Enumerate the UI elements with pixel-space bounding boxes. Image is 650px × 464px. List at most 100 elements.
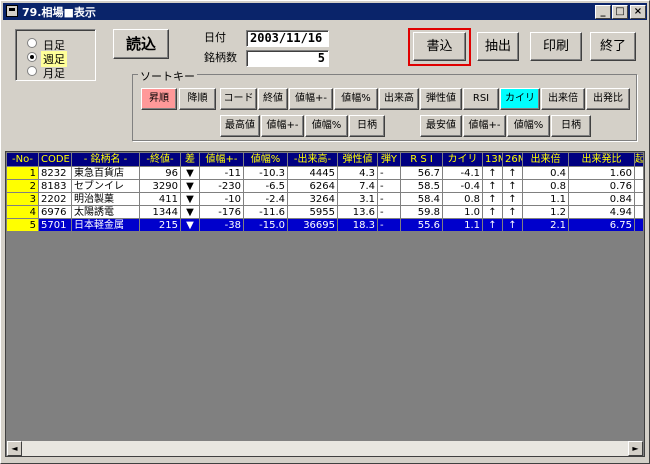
- col-header-rsi[interactable]: R S I: [401, 153, 443, 166]
- cell-volume-ratio: 0.4: [523, 167, 569, 180]
- sort-low-days-button[interactable]: 日柄: [551, 115, 591, 137]
- cell-name: セブンイレ: [72, 180, 140, 193]
- horizontal-scrollbar[interactable]: ◄ ►: [7, 441, 643, 456]
- sort-low-change-button[interactable]: 値幅+-: [463, 115, 506, 137]
- sort-deviation-button[interactable]: カイリ: [500, 88, 540, 110]
- up-arrow-icon: ↑: [503, 193, 523, 206]
- sort-volume-ratio-button[interactable]: 出来倍: [541, 88, 585, 110]
- minimize-button[interactable]: _: [595, 5, 611, 19]
- sort-high-change-button[interactable]: 値幅+-: [261, 115, 304, 137]
- load-button[interactable]: 読込: [113, 29, 169, 59]
- cell-elasticity-y: -: [378, 167, 401, 180]
- cell-change: -11: [200, 167, 244, 180]
- cell-deviation: -4.1: [443, 167, 483, 180]
- cell-change: -176: [200, 206, 244, 219]
- col-header-change-pct[interactable]: 値幅%: [244, 153, 288, 166]
- cell-no: 4: [7, 206, 39, 219]
- cell-deviation: -0.4: [443, 180, 483, 193]
- sort-code-button[interactable]: コード: [220, 88, 257, 110]
- sort-rsi-button[interactable]: RSI: [463, 88, 499, 110]
- down-triangle-icon: ▼: [181, 180, 200, 193]
- sort-desc-button[interactable]: 降順: [179, 88, 216, 110]
- cell-extra: [635, 167, 644, 180]
- write-button[interactable]: 書込: [413, 32, 466, 61]
- cell-extra: [635, 180, 644, 193]
- extract-button[interactable]: 抽出: [477, 32, 519, 61]
- up-arrow-icon: ↑: [483, 206, 503, 219]
- cell-volume-ratio: 1.2: [523, 206, 569, 219]
- scroll-right-icon[interactable]: ►: [628, 441, 643, 456]
- date-field[interactable]: 2003/11/16: [246, 30, 329, 47]
- cell-volume-start: 0.84: [569, 193, 635, 206]
- col-header-close[interactable]: -終値-: [140, 153, 181, 166]
- up-arrow-icon: ↑: [503, 180, 523, 193]
- date-label: 日付: [204, 31, 226, 44]
- col-header-no[interactable]: -No-: [7, 153, 39, 166]
- col-header-diff[interactable]: 差: [181, 153, 200, 166]
- print-button[interactable]: 印刷: [530, 32, 582, 61]
- sort-volume-button[interactable]: 出来高: [379, 88, 419, 110]
- cell-close: 96: [140, 167, 181, 180]
- cell-rsi: 59.8: [401, 206, 443, 219]
- cell-deviation: 1.1: [443, 219, 483, 232]
- close-button[interactable]: ×: [630, 5, 646, 19]
- cell-rsi: 56.7: [401, 167, 443, 180]
- cell-volume-start: 0.76: [569, 180, 635, 193]
- sort-low-button[interactable]: 最安値: [420, 115, 462, 137]
- col-header-elasticity-y[interactable]: 弾Y: [378, 153, 401, 166]
- cell-name: 明治製菓: [72, 193, 140, 206]
- sort-change-pct-button[interactable]: 値幅%: [334, 88, 378, 110]
- col-header-13m[interactable]: 13M: [483, 153, 503, 166]
- sort-low-change-pct-button[interactable]: 値幅%: [507, 115, 550, 137]
- cell-extra: [635, 193, 644, 206]
- radio-label: 月足: [43, 67, 65, 80]
- down-triangle-icon: ▼: [181, 167, 200, 180]
- col-header-code[interactable]: CODE: [39, 153, 72, 166]
- sort-elasticity-button[interactable]: 弾性値: [420, 88, 462, 110]
- stock-count-field[interactable]: 5: [246, 50, 329, 67]
- col-header-26m[interactable]: 26M: [503, 153, 523, 166]
- up-arrow-icon: ↑: [503, 206, 523, 219]
- col-header-volume-start[interactable]: 出来発比: [569, 153, 635, 166]
- cell-code: 8183: [39, 180, 72, 193]
- sort-volume-start-button[interactable]: 出発比: [586, 88, 630, 110]
- up-arrow-icon: ↑: [503, 167, 523, 180]
- cell-rsi: 58.5: [401, 180, 443, 193]
- col-header-elasticity[interactable]: 弾性値: [338, 153, 378, 166]
- up-arrow-icon: ↑: [483, 180, 503, 193]
- up-arrow-icon: ↑: [483, 219, 503, 232]
- sort-high-change-pct-button[interactable]: 値幅%: [305, 115, 348, 137]
- down-triangle-icon: ▼: [181, 206, 200, 219]
- exit-button[interactable]: 終了: [590, 32, 636, 61]
- cell-extra: [635, 219, 644, 232]
- cell-volume-start: 1.60: [569, 167, 635, 180]
- maximize-button[interactable]: □: [612, 5, 628, 19]
- cell-volume: 4445: [288, 167, 338, 180]
- cell-change: -230: [200, 180, 244, 193]
- cell-code: 8232: [39, 167, 72, 180]
- stock-count-label: 銘柄数: [204, 51, 237, 64]
- cell-change-pct: -11.6: [244, 206, 288, 219]
- sort-close-button[interactable]: 終値: [258, 88, 288, 110]
- up-arrow-icon: ↑: [483, 193, 503, 206]
- sort-asc-button[interactable]: 昇順: [141, 88, 177, 110]
- cell-elasticity-y: -: [378, 193, 401, 206]
- sort-high-days-button[interactable]: 日柄: [349, 115, 385, 137]
- cell-name: 太陽誘電: [72, 206, 140, 219]
- scroll-left-icon[interactable]: ◄: [7, 441, 22, 456]
- col-header-volume-ratio[interactable]: 出来倍: [523, 153, 569, 166]
- cell-volume-start: 4.94: [569, 206, 635, 219]
- col-header-extra[interactable]: 起: [635, 153, 644, 166]
- sort-change-button[interactable]: 値幅+-: [289, 88, 333, 110]
- col-header-volume[interactable]: -出来高-: [288, 153, 338, 166]
- cell-elasticity-y: -: [378, 180, 401, 193]
- title-bar: 79.相場■表示 _ □ ×: [3, 3, 647, 20]
- col-header-name[interactable]: - 銘柄名 -: [72, 153, 140, 166]
- cell-no: 1: [7, 167, 39, 180]
- cell-elasticity: 3.1: [338, 193, 378, 206]
- col-header-change[interactable]: 値幅+-: [200, 153, 244, 166]
- sort-high-button[interactable]: 最高値: [220, 115, 260, 137]
- cell-code: 2202: [39, 193, 72, 206]
- cell-volume-ratio: 1.1: [523, 193, 569, 206]
- col-header-deviation[interactable]: カイリ: [443, 153, 483, 166]
